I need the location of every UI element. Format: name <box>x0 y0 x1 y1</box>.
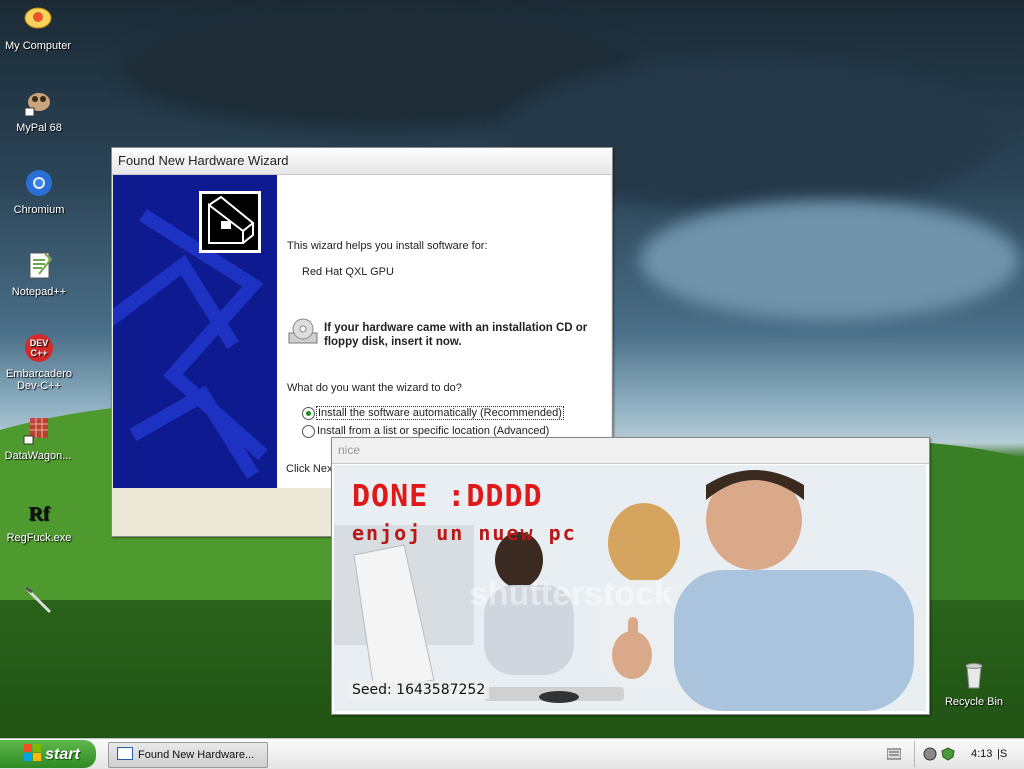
shield-icon[interactable] <box>941 747 955 761</box>
option-install-auto-label[interactable]: Install the software automatically (Reco… <box>316 406 564 420</box>
network-icon[interactable] <box>923 747 937 761</box>
option-install-list-label[interactable]: Install from a list or specific location… <box>317 425 549 437</box>
desktop-icon-notepad-plus-plus[interactable]: Notepad++ <box>0 250 79 298</box>
icon-label: My Computer <box>4 40 72 52</box>
dev-cpp-icon: DEV C++ <box>25 334 53 362</box>
watermark: shutterstock <box>469 575 674 613</box>
mypal-icon <box>24 93 50 117</box>
icon-label: DataWagon... <box>4 450 72 462</box>
wizard-banner <box>113 175 277 488</box>
icon-label: Notepad++ <box>11 286 67 298</box>
icon-label: Embarcadero Dev-C++ <box>5 368 73 392</box>
regfuck-icon: Rf <box>28 503 49 525</box>
recycle-bin-icon <box>965 663 983 689</box>
icon-label: Chromium <box>13 204 65 216</box>
notepad-plus-plus-icon <box>29 252 53 279</box>
cd-notice: If your hardware came with an installati… <box>324 322 588 348</box>
radio-install-list[interactable] <box>302 425 315 438</box>
wizard-question: What do you want the wizard to do? <box>287 382 462 394</box>
nice-title[interactable]: nice <box>332 438 929 464</box>
svg-text:C++: C++ <box>30 348 47 358</box>
my-computer-icon <box>24 7 52 29</box>
keyboard-icon[interactable] <box>887 748 901 760</box>
taskbar: start Found New Hardware... 4:13 |S <box>0 738 1024 769</box>
system-tray: 4:13 |S <box>914 741 1023 767</box>
svg-text:DEV: DEV <box>30 338 49 348</box>
windows-logo-icon <box>24 744 42 761</box>
start-button[interactable]: start <box>0 740 96 768</box>
task-label: Found New Hardware... <box>138 749 255 761</box>
wizard-title[interactable]: Found New Hardware Wizard <box>112 148 612 175</box>
start-label: start <box>45 746 80 763</box>
nice-image: DONE :DDDD enjoj un nuew pc shutterstock… <box>334 465 926 711</box>
wizard-footer-text: Click Nex <box>286 463 333 475</box>
datawagon-icon <box>23 418 48 445</box>
nice-headline: DONE :DDDD <box>352 479 543 514</box>
chromium-icon <box>26 170 52 196</box>
icon-label: MyPal 68 <box>16 122 62 134</box>
taskbar-item-hardware-wizard[interactable]: Found New Hardware... <box>108 742 268 768</box>
window-icon <box>117 747 133 760</box>
desktop-icon-recycle-bin[interactable]: Recycle Bin <box>934 660 1014 708</box>
desktop-icon-dev-cpp[interactable]: DEV C++ Embarcadero Dev-C++ <box>0 332 79 392</box>
desktop: My Computer MyPal 68 Chromium Notepad++ <box>0 0 1024 738</box>
svg-text:Rf: Rf <box>28 503 49 525</box>
desktop-icon-pen[interactable] <box>12 584 64 620</box>
radio-install-auto[interactable] <box>302 407 315 420</box>
clock-suffix: |S <box>997 748 1008 760</box>
desktop-icon-regfuck[interactable]: Rf RegFuck.exe <box>0 496 79 544</box>
hardware-icon <box>199 191 261 253</box>
nice-popup-window[interactable]: nice DONE:DDDD enjoj un nuew pc shutter… <box>331 437 930 715</box>
nice-subline: enjoj un nuew pc <box>352 521 577 545</box>
desktop-icon-my-computer[interactable]: My Computer <box>0 4 78 52</box>
icon-label: RegFuck.exe <box>6 532 72 544</box>
desktop-icon-mypal[interactable]: MyPal 68 <box>0 86 79 134</box>
clock[interactable]: 4:13 <box>971 741 992 767</box>
icon-label: Recycle Bin <box>944 696 1004 708</box>
desktop-icon-chromium[interactable]: Chromium <box>0 168 79 216</box>
desktop-icon-datawagon[interactable]: DataWagon... <box>0 414 78 462</box>
pen-icon <box>24 586 52 614</box>
seed-label: Seed: 1643587252 <box>348 681 490 699</box>
cd-drive-icon <box>288 318 318 344</box>
wizard-intro: This wizard helps you install software f… <box>287 240 488 252</box>
device-name: Red Hat QXL GPU <box>302 266 394 278</box>
